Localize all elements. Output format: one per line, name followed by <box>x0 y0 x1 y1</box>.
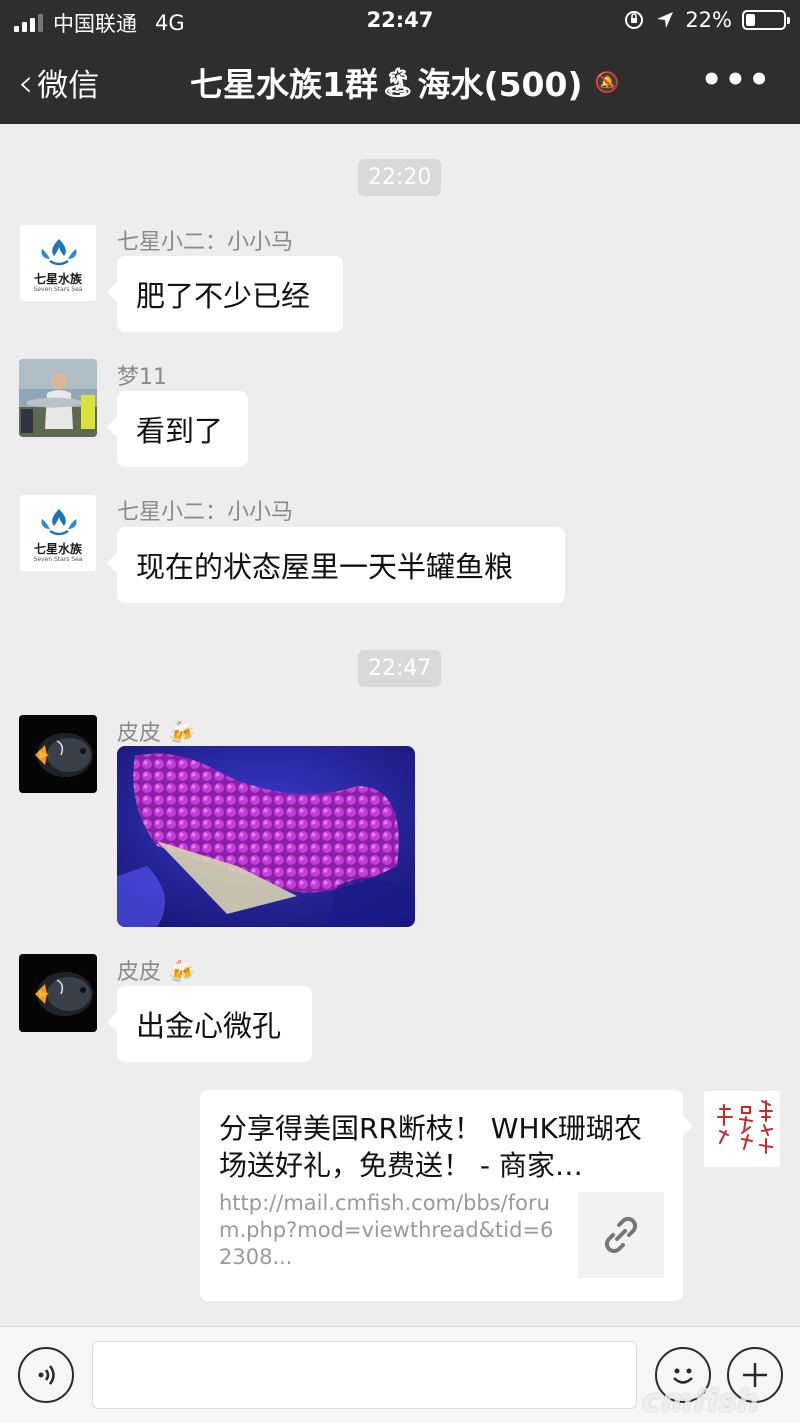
message-bubble[interactable]: 肥了不少已经 <box>107 256 343 332</box>
avatar[interactable] <box>19 954 97 1032</box>
header: 中国联通 4G 22:47 22% ‹ 微信 七星水族1群 🏝 海水(500) … <box>0 0 800 124</box>
sender-name: 皮皮 🍻 <box>117 721 196 746</box>
avatar[interactable] <box>19 715 97 793</box>
sender-name: 皮皮 🍻 <box>117 960 196 985</box>
fish-avatar-icon <box>19 715 97 793</box>
coral-photo-icon <box>117 746 415 927</box>
status-bar: 中国联通 4G 22:47 22% <box>0 0 800 40</box>
message-bubble[interactable]: 看到了 <box>107 391 248 467</box>
rotation-lock-icon <box>625 11 644 29</box>
link-url: http://mail.cmfish.com/bbs/forum.php?mod… <box>219 1191 554 1269</box>
location-icon <box>657 12 674 28</box>
more-button[interactable]: ••• <box>701 60 772 100</box>
sender-name: 七星小二：小小马 <box>117 230 294 255</box>
sender-name: 梦11 <box>117 365 167 390</box>
watermark: cmfish <box>642 1384 760 1419</box>
logo-text-en: Seven Stars Sea <box>33 286 83 293</box>
chevron-left-icon: ‹ <box>18 60 34 105</box>
message-input[interactable] <box>92 1341 637 1409</box>
back-label: 微信 <box>37 68 100 104</box>
fish-avatar-icon <box>19 954 97 1032</box>
avatar[interactable]: 七星水族 Seven Stars Sea <box>19 224 97 302</box>
battery-icon <box>742 10 790 30</box>
message-bubble[interactable]: 现在的状态屋里一天半罐鱼粮 <box>107 527 565 603</box>
chat-title-prefix: 七星水族1群 <box>190 65 378 104</box>
chat-title-suffix: 海水(500) <box>417 65 583 104</box>
calligraphy-avatar-icon <box>717 1100 773 1154</box>
logo-text-cn: 七星水族 <box>33 272 82 286</box>
image-message[interactable] <box>117 746 415 927</box>
voice-icon <box>38 1365 55 1385</box>
voice-button[interactable] <box>18 1347 74 1403</box>
link-title: 分享得美国RR断枝！ WHK珊瑚农场送好礼，免费送！ - 商家… <box>219 1112 642 1182</box>
logo-text-en: Seven Stars Sea <box>33 556 83 563</box>
chat-title: 七星水族1群 🏝 海水(500) 🔕 <box>190 58 650 106</box>
message-bubble[interactable]: 出金心微孔 <box>107 986 312 1062</box>
logo-text-cn: 七星水族 <box>33 542 82 556</box>
link-card[interactable]: 分享得美国RR断枝！ WHK珊瑚农场送好礼，免费送！ - 商家… http://… <box>200 1090 693 1301</box>
nav-bar: ‹ 微信 七星水族1群 🏝 海水(500) 🔕 ••• <box>0 40 800 124</box>
timestamp-pill: 22:47 <box>358 650 442 687</box>
battery-percent: 22% <box>685 8 732 32</box>
timestamp-pill: 22:20 <box>358 159 442 196</box>
back-button[interactable]: ‹ 微信 <box>18 60 99 105</box>
mute-icon: 🔕 <box>594 70 620 94</box>
sender-name: 七星小二：小小马 <box>117 500 294 525</box>
island-emoji-icon: 🏝 <box>379 65 416 99</box>
link-icon <box>604 1216 638 1254</box>
link-thumbnail <box>578 1192 664 1278</box>
status-right: 22% <box>623 8 790 32</box>
avatar[interactable]: 七星水族 Seven Stars Sea <box>19 494 97 572</box>
my-avatar[interactable] <box>703 1090 781 1168</box>
person-photo-icon <box>19 359 97 437</box>
avatar[interactable] <box>19 359 97 437</box>
